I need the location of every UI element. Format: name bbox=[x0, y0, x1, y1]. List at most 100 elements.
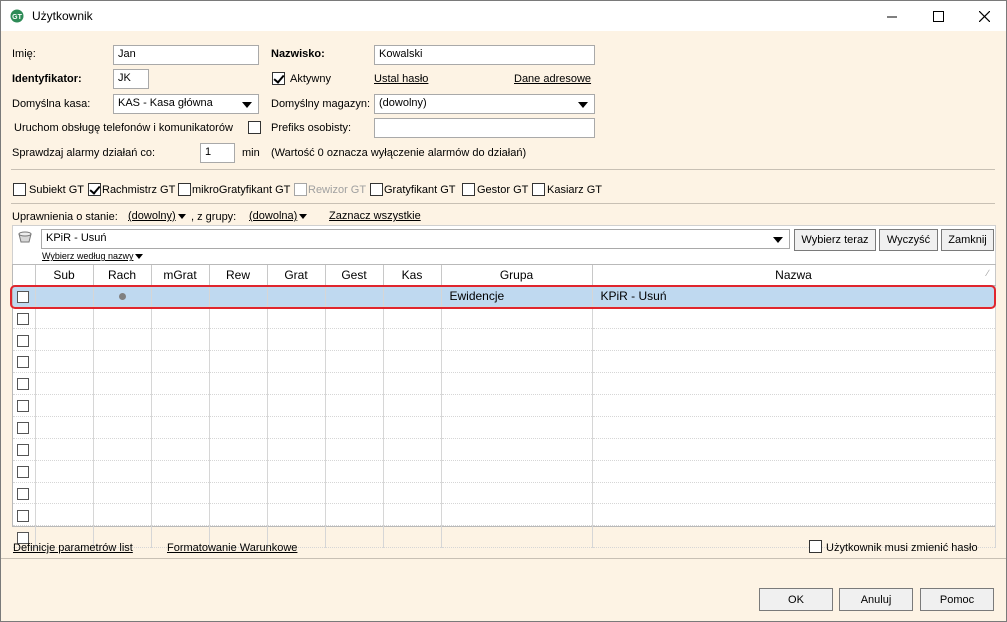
gratyfikant-checkbox[interactable] bbox=[370, 183, 383, 196]
grid-cell[interactable] bbox=[383, 372, 442, 395]
stan-dropdown[interactable]: (dowolny) bbox=[128, 210, 186, 222]
grid-cell[interactable] bbox=[93, 328, 152, 352]
grid-cell[interactable] bbox=[93, 482, 152, 505]
grid-cell[interactable] bbox=[267, 482, 326, 505]
table-row[interactable] bbox=[13, 416, 996, 439]
column-header-mgrat[interactable]: mGrat bbox=[151, 265, 210, 286]
close-button[interactable] bbox=[961, 1, 1007, 31]
zamknij-button[interactable]: Zamknij bbox=[941, 229, 994, 251]
row-checkbox[interactable] bbox=[17, 400, 29, 413]
imie-field[interactable]: Jan bbox=[113, 45, 259, 65]
grid-cell[interactable] bbox=[441, 525, 593, 549]
grid-cell[interactable] bbox=[592, 350, 996, 374]
table-row[interactable]: Ewidencje KPiR - Usuń bbox=[13, 285, 996, 308]
ok-button[interactable]: OK bbox=[759, 588, 833, 611]
grid-cell[interactable] bbox=[383, 416, 442, 439]
grid-cell[interactable] bbox=[209, 438, 268, 461]
row-checkbox[interactable] bbox=[17, 509, 29, 522]
grid-cell[interactable] bbox=[151, 503, 210, 527]
table-row[interactable] bbox=[13, 350, 996, 374]
grid-cell[interactable] bbox=[93, 394, 152, 417]
table-row[interactable] bbox=[13, 306, 996, 330]
grid-cell[interactable] bbox=[209, 503, 268, 527]
search-hint[interactable]: Wybierz według nazwy bbox=[42, 251, 144, 261]
cell-kas[interactable] bbox=[383, 285, 442, 308]
grid-cell[interactable] bbox=[325, 350, 384, 374]
grid-cell[interactable] bbox=[209, 306, 268, 330]
grid-cell[interactable] bbox=[151, 306, 210, 330]
grid-cell[interactable] bbox=[267, 416, 326, 439]
grid-cell[interactable] bbox=[325, 394, 384, 417]
grid-cell[interactable] bbox=[383, 394, 442, 417]
nazwisko-field[interactable]: Kowalski bbox=[374, 45, 595, 65]
grid-cell[interactable] bbox=[209, 350, 268, 374]
grid-cell[interactable] bbox=[151, 416, 210, 439]
grid-cell[interactable] bbox=[267, 306, 326, 330]
row-checkbox[interactable] bbox=[17, 356, 29, 369]
grid-cell[interactable] bbox=[209, 394, 268, 417]
cell-gest[interactable] bbox=[325, 285, 384, 308]
grid-cell[interactable] bbox=[35, 394, 94, 417]
cell-grupa[interactable]: Ewidencje bbox=[441, 285, 593, 308]
grid-cell[interactable] bbox=[35, 416, 94, 439]
grid-cell[interactable] bbox=[383, 438, 442, 461]
row-checkbox-cell[interactable] bbox=[13, 438, 36, 461]
table-row[interactable] bbox=[13, 482, 996, 505]
grid-cell[interactable] bbox=[267, 328, 326, 352]
minimize-button[interactable] bbox=[869, 1, 915, 31]
column-header-gest[interactable]: Gest bbox=[325, 265, 384, 286]
grid-cell[interactable] bbox=[93, 503, 152, 527]
grid-cell[interactable] bbox=[267, 394, 326, 417]
row-checkbox[interactable] bbox=[17, 465, 29, 478]
grid-cell[interactable] bbox=[151, 350, 210, 374]
grid-cell[interactable] bbox=[383, 503, 442, 527]
grid-cell[interactable] bbox=[441, 394, 593, 417]
grid-cell[interactable] bbox=[441, 328, 593, 352]
maximize-button[interactable] bbox=[915, 1, 961, 31]
grid-cell[interactable] bbox=[325, 438, 384, 461]
rachmistrz-checkbox[interactable] bbox=[88, 183, 101, 196]
mikrogratyfikant-checkbox[interactable] bbox=[178, 183, 191, 196]
row-checkbox-cell[interactable] bbox=[13, 503, 36, 527]
column-header-rew[interactable]: Rew bbox=[209, 265, 268, 286]
grid-cell[interactable] bbox=[325, 503, 384, 527]
grid-cell[interactable] bbox=[93, 306, 152, 330]
grid-cell[interactable] bbox=[35, 438, 94, 461]
row-checkbox[interactable] bbox=[17, 312, 29, 325]
cell-rach[interactable] bbox=[93, 285, 152, 308]
alarmy-field[interactable]: 1 bbox=[200, 143, 235, 163]
column-header-nazwa[interactable]: Nazwa ∕ bbox=[592, 265, 996, 286]
kasa-select[interactable]: KAS - Kasa główna bbox=[113, 94, 259, 114]
grid-cell[interactable] bbox=[592, 416, 996, 439]
grupa-dropdown[interactable]: (dowolna) bbox=[249, 210, 308, 222]
grid-cell[interactable] bbox=[325, 525, 384, 549]
grid-cell[interactable] bbox=[267, 438, 326, 461]
grid-cell[interactable] bbox=[592, 482, 996, 505]
grid-cell[interactable] bbox=[209, 372, 268, 395]
grid-cell[interactable] bbox=[325, 460, 384, 483]
search-input[interactable]: KPiR - Usuń bbox=[41, 229, 790, 249]
cell-nazwa[interactable]: KPiR - Usuń bbox=[592, 285, 996, 308]
grid-cell[interactable] bbox=[35, 306, 94, 330]
grid-cell[interactable] bbox=[151, 372, 210, 395]
grid-cell[interactable] bbox=[441, 350, 593, 374]
grid-cell[interactable] bbox=[35, 350, 94, 374]
grid-cell[interactable] bbox=[441, 460, 593, 483]
table-row[interactable] bbox=[13, 372, 996, 395]
cell-grat[interactable] bbox=[267, 285, 326, 308]
aktywny-checkbox[interactable] bbox=[272, 72, 285, 85]
row-checkbox-cell[interactable] bbox=[13, 306, 36, 330]
definicje-link[interactable]: Definicje parametrów list bbox=[13, 542, 133, 554]
grid-cell[interactable] bbox=[592, 328, 996, 352]
row-checkbox[interactable] bbox=[17, 422, 29, 435]
grid-cell[interactable] bbox=[383, 350, 442, 374]
telefony-checkbox[interactable] bbox=[248, 121, 261, 134]
grid-cell[interactable] bbox=[592, 394, 996, 417]
grid-cell[interactable] bbox=[383, 460, 442, 483]
grid-cell[interactable] bbox=[383, 306, 442, 330]
grid-cell[interactable] bbox=[267, 503, 326, 527]
grid-cell[interactable] bbox=[441, 482, 593, 505]
table-row[interactable] bbox=[13, 438, 996, 461]
cell-rew[interactable] bbox=[209, 285, 268, 308]
column-header[interactable] bbox=[13, 265, 36, 286]
